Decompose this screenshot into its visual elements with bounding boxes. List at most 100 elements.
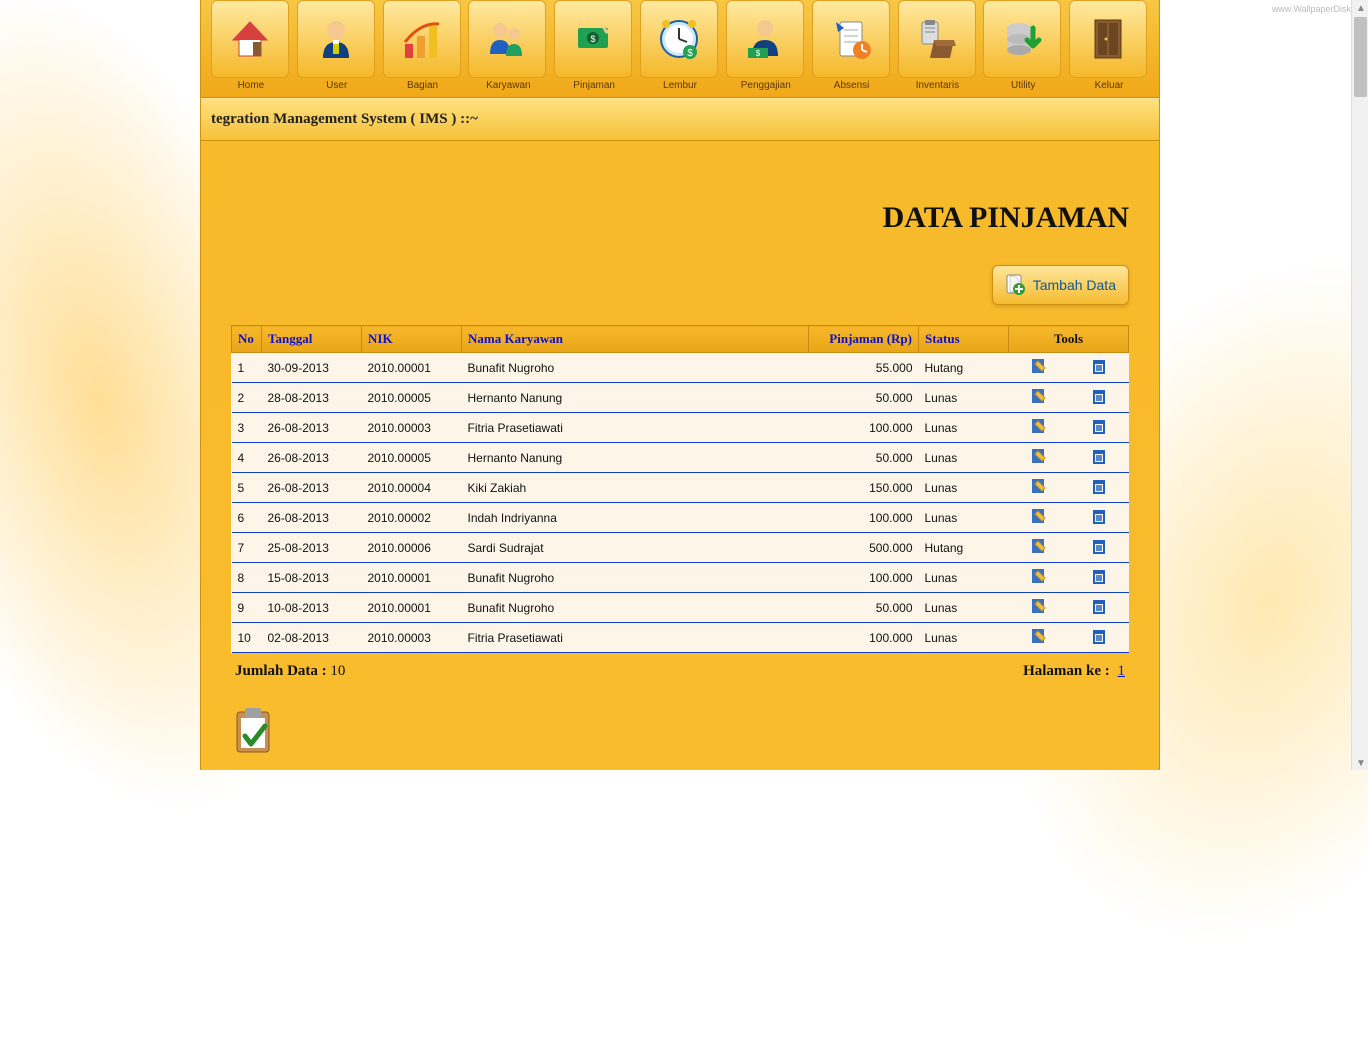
page-title: DATA PINJAMAN	[231, 201, 1129, 235]
delete-icon[interactable]	[1090, 477, 1108, 495]
cell-status: Lunas	[919, 473, 1009, 503]
edit-icon[interactable]	[1030, 357, 1048, 375]
cell-nama: Hernanto Nanung	[462, 383, 809, 413]
col-tanggal[interactable]: Tanggal	[262, 326, 362, 353]
cell-pinjaman: 100.000	[809, 503, 919, 533]
edit-icon[interactable]	[1030, 567, 1048, 585]
cell-nama: Indah Indriyanna	[462, 503, 809, 533]
toolbar-item-penggajian[interactable]: $ Penggajian	[726, 0, 806, 91]
cell-status: Lunas	[919, 383, 1009, 413]
col-status[interactable]: Status	[919, 326, 1009, 353]
table-row: 326-08-20132010.00003Fitria Prasetiawati…	[232, 413, 1129, 443]
toolbar-item-karyawan[interactable]: Karyawan	[468, 0, 548, 91]
cell-no: 8	[232, 563, 262, 593]
system-banner: tegration Management System ( IMS ) ::~	[201, 98, 1159, 141]
toolbar-label: User	[297, 80, 377, 91]
cell-no: 1	[232, 353, 262, 383]
app-container: HomeUserBagianKaryawan$Pinjaman$Lembur$P…	[200, 0, 1160, 770]
cell-nik: 2010.00003	[362, 413, 462, 443]
cell-nama: Fitria Prasetiawati	[462, 623, 809, 653]
jumlah-label: Jumlah Data :	[235, 663, 327, 679]
jumlah-value: 10	[330, 663, 345, 679]
cell-pinjaman: 100.000	[809, 623, 919, 653]
toolbar-label: Penggajian	[726, 80, 806, 91]
cell-nik: 2010.00004	[362, 473, 462, 503]
cell-no: 3	[232, 413, 262, 443]
edit-icon[interactable]	[1030, 417, 1048, 435]
cell-no: 2	[232, 383, 262, 413]
col-no[interactable]: No	[232, 326, 262, 353]
toolbar-item-absensi[interactable]: Absensi	[812, 0, 892, 91]
delete-icon[interactable]	[1090, 537, 1108, 555]
toolbar-item-bagian[interactable]: Bagian	[383, 0, 463, 91]
delete-icon[interactable]	[1090, 447, 1108, 465]
toolbar-item-user[interactable]: User	[297, 0, 377, 91]
absensi-icon	[812, 0, 890, 78]
cell-nama: Fitria Prasetiawati	[462, 413, 809, 443]
cell-no: 4	[232, 443, 262, 473]
wallpaper-watermark: www.WallpaperDisk.c	[1272, 4, 1358, 14]
table-row: 815-08-20132010.00001Bunafit Nugroho100.…	[232, 563, 1129, 593]
keluar-icon	[1069, 0, 1147, 78]
delete-icon[interactable]	[1090, 417, 1108, 435]
edit-icon[interactable]	[1030, 477, 1048, 495]
edit-icon[interactable]	[1030, 447, 1048, 465]
col-nama[interactable]: Nama Karyawan	[462, 326, 809, 353]
cell-nik: 2010.00003	[362, 623, 462, 653]
scroll-up-icon[interactable]: ▲	[1356, 3, 1365, 12]
toolbar-item-utility[interactable]: Utility	[983, 0, 1063, 91]
cell-tanggal: 25-08-2013	[262, 533, 362, 563]
cell-no: 5	[232, 473, 262, 503]
cell-no: 9	[232, 593, 262, 623]
delete-icon[interactable]	[1090, 627, 1108, 645]
page-scrollbar[interactable]: ▲ ▼	[1351, 0, 1368, 770]
cell-pinjaman: 55.000	[809, 353, 919, 383]
edit-icon[interactable]	[1030, 537, 1048, 555]
scroll-down-icon[interactable]: ▼	[1356, 758, 1365, 767]
svg-text:$: $	[756, 49, 761, 58]
delete-icon[interactable]	[1090, 387, 1108, 405]
toolbar-item-inventaris[interactable]: Inventaris	[898, 0, 978, 91]
toolbar-item-pinjaman[interactable]: $Pinjaman	[554, 0, 634, 91]
cell-pinjaman: 500.000	[809, 533, 919, 563]
home-icon	[211, 0, 289, 78]
delete-icon[interactable]	[1090, 357, 1108, 375]
cell-tanggal: 10-08-2013	[262, 593, 362, 623]
toolbar-item-keluar[interactable]: Keluar	[1069, 0, 1149, 91]
toolbar-label: Lembur	[640, 80, 720, 91]
cell-status: Lunas	[919, 593, 1009, 623]
cell-status: Lunas	[919, 563, 1009, 593]
table-row: 526-08-20132010.00004Kiki Zakiah150.000L…	[232, 473, 1129, 503]
report-icon[interactable]	[231, 706, 1129, 756]
col-pinjaman[interactable]: Pinjaman (Rp)	[809, 326, 919, 353]
lembur-icon: $	[640, 0, 718, 78]
cell-tanggal: 15-08-2013	[262, 563, 362, 593]
table-footer: Jumlah Data : 10 Halaman ke : 1	[231, 653, 1129, 690]
edit-icon[interactable]	[1030, 387, 1048, 405]
col-nik[interactable]: NIK	[362, 326, 462, 353]
toolbar-label: Utility	[983, 80, 1063, 91]
cell-nama: Bunafit Nugroho	[462, 353, 809, 383]
cell-pinjaman: 50.000	[809, 443, 919, 473]
table-row: 130-09-20132010.00001Bunafit Nugroho55.0…	[232, 353, 1129, 383]
cell-status: Lunas	[919, 443, 1009, 473]
inventaris-icon	[898, 0, 976, 78]
pinjaman-icon: $	[554, 0, 632, 78]
cell-nama: Bunafit Nugroho	[462, 563, 809, 593]
delete-icon[interactable]	[1090, 567, 1108, 585]
cell-nama: Bunafit Nugroho	[462, 593, 809, 623]
toolbar-item-lembur[interactable]: $ Lembur	[640, 0, 720, 91]
edit-icon[interactable]	[1030, 597, 1048, 615]
toolbar-label: Bagian	[383, 80, 463, 91]
delete-icon[interactable]	[1090, 597, 1108, 615]
page-link-1[interactable]: 1	[1118, 663, 1126, 679]
tambah-data-button[interactable]: Tambah Data	[992, 265, 1129, 305]
edit-icon[interactable]	[1030, 507, 1048, 525]
cell-tanggal: 26-08-2013	[262, 413, 362, 443]
toolbar-item-home[interactable]: Home	[211, 0, 291, 91]
cell-pinjaman: 50.000	[809, 593, 919, 623]
delete-icon[interactable]	[1090, 507, 1108, 525]
add-icon	[1005, 274, 1027, 296]
edit-icon[interactable]	[1030, 627, 1048, 645]
scrollbar-thumb[interactable]	[1354, 17, 1367, 97]
